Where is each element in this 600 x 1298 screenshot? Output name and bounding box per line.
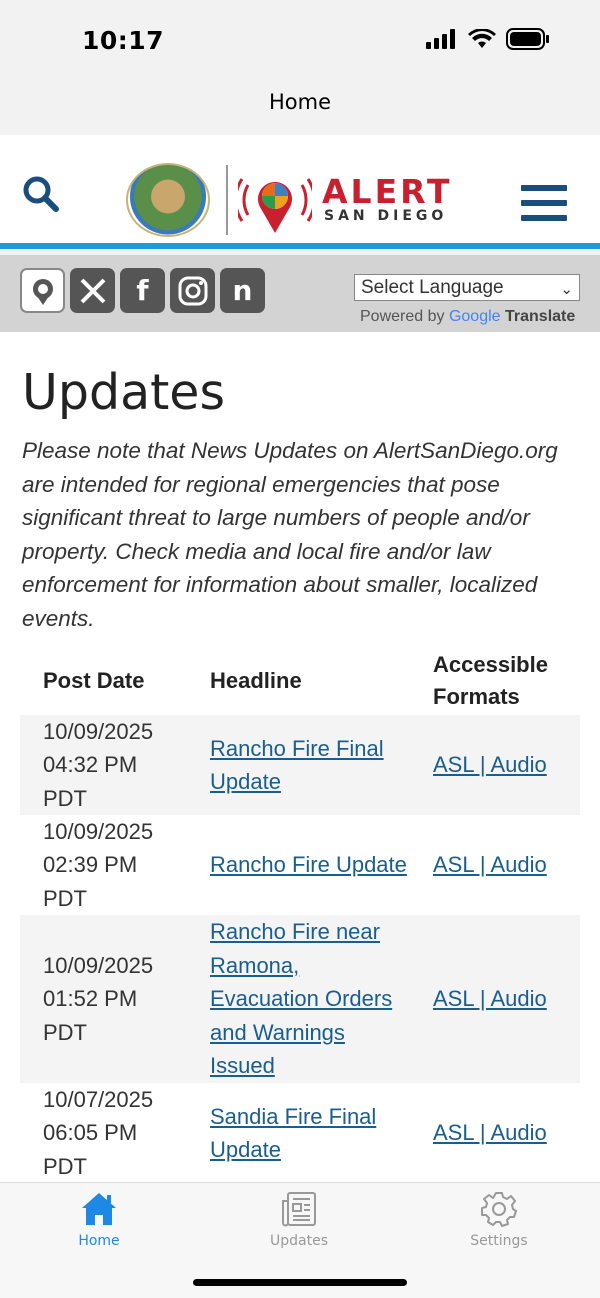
gear-icon — [481, 1192, 517, 1227]
alert-app-icon[interactable] — [20, 268, 65, 313]
nextdoor-icon[interactable]: n — [220, 268, 265, 313]
powered-by-label: Powered by — [360, 308, 445, 325]
nav-title: Home — [268, 90, 331, 114]
social-icons: f n — [20, 268, 265, 313]
language-select-value: Select Language — [361, 277, 504, 298]
powered-by-google: Powered by Google Translate — [360, 308, 575, 326]
alert-sub: SAN DIEGO — [324, 208, 448, 224]
language-select[interactable]: Select Language ⌄ — [354, 274, 580, 301]
tab-settings-label: Settings — [470, 1233, 528, 1249]
column-header-formats: Accessible Formats — [433, 652, 548, 709]
post-date: 10/09/2025 04:32 PM PDT — [43, 718, 154, 811]
status-time: 10:17 — [82, 26, 165, 55]
formats-link[interactable]: ASL | Audio — [433, 1120, 547, 1145]
post-date: 10/07/2025 06:05 PM PDT — [43, 1086, 154, 1179]
facebook-icon[interactable]: f — [120, 268, 165, 313]
table-row: 10/09/2025 04:32 PM PDT Rancho Fire Fina… — [20, 715, 580, 815]
formats-link[interactable]: ASL | Audio — [433, 852, 547, 877]
post-date: 10/09/2025 02:39 PM PDT — [43, 818, 154, 911]
translate-link[interactable]: Translate — [505, 308, 575, 325]
table-row: 10/09/2025 02:39 PM PDT Rancho Fire Upda… — [20, 815, 580, 915]
menu-line-icon — [521, 200, 567, 206]
notice-text: Please note that News Updates on AlertSa… — [22, 438, 558, 631]
formats-link[interactable]: ASL | Audio — [433, 752, 547, 777]
alert-wordmark: ALERT SAN DIEGO — [322, 172, 453, 224]
battery-icon — [506, 28, 549, 50]
column-header-headline: Headline — [210, 668, 302, 693]
table-row: 10/07/2025 06:05 PM PDT Sandia Fire Fina… — [20, 1083, 580, 1182]
alert-word: ALERT — [322, 172, 453, 211]
page-title: Updates — [22, 364, 225, 421]
menu-line-icon — [521, 215, 567, 221]
signal-icon — [426, 29, 455, 49]
post-date: 10/09/2025 01:52 PM PDT — [43, 952, 154, 1045]
home-icon — [82, 1193, 116, 1225]
column-header-post-date: Post Date — [43, 668, 145, 693]
logo-divider — [226, 165, 228, 235]
search-button[interactable] — [22, 175, 62, 215]
status-bar: 10:17 — [0, 0, 600, 84]
newspaper-icon — [282, 1192, 316, 1227]
google-logo-text: Google — [448, 308, 501, 325]
x-icon[interactable] — [70, 268, 115, 313]
tab-home[interactable]: Home — [39, 1191, 159, 1249]
county-seal-icon — [126, 163, 210, 237]
table-row: 10/09/2025 01:52 PM PDT Rancho Fire near… — [20, 915, 580, 1083]
home-indicator — [193, 1279, 407, 1286]
tab-updates-label: Updates — [270, 1233, 328, 1249]
chevron-down-icon: ⌄ — [560, 281, 573, 298]
tab-settings[interactable]: Settings — [439, 1191, 559, 1249]
social-bar: f n Select Language ⌄ Powered by Google … — [0, 255, 600, 332]
headline-link[interactable]: Rancho Fire near Ramona, Evacuation Orde… — [210, 919, 392, 1078]
tab-home-label: Home — [78, 1233, 120, 1249]
main-content: Updates Please note that News Updates on… — [0, 332, 600, 1182]
headline-link[interactable]: Rancho Fire Final Update — [210, 736, 384, 795]
table-header: Post Date Headline Accessible Formats — [20, 647, 580, 715]
instagram-icon[interactable] — [170, 268, 215, 313]
headline-link[interactable]: Sandia Fire Final Update — [210, 1104, 376, 1163]
updates-table: Post Date Headline Accessible Formats 10… — [20, 647, 580, 1182]
search-icon — [23, 176, 59, 212]
menu-line-icon — [521, 185, 567, 191]
wifi-icon — [468, 29, 496, 48]
formats-link[interactable]: ASL | Audio — [433, 986, 547, 1011]
site-logo[interactable]: ALERT SAN DIEGO — [126, 163, 453, 237]
headline-link[interactable]: Rancho Fire Update — [210, 852, 407, 877]
status-icons — [426, 28, 550, 50]
site-header: ALERT SAN DIEGO — [0, 135, 600, 249]
hamburger-menu-button[interactable] — [521, 185, 567, 225]
tab-updates[interactable]: Updates — [239, 1191, 359, 1249]
alert-pin-icon — [238, 178, 312, 233]
